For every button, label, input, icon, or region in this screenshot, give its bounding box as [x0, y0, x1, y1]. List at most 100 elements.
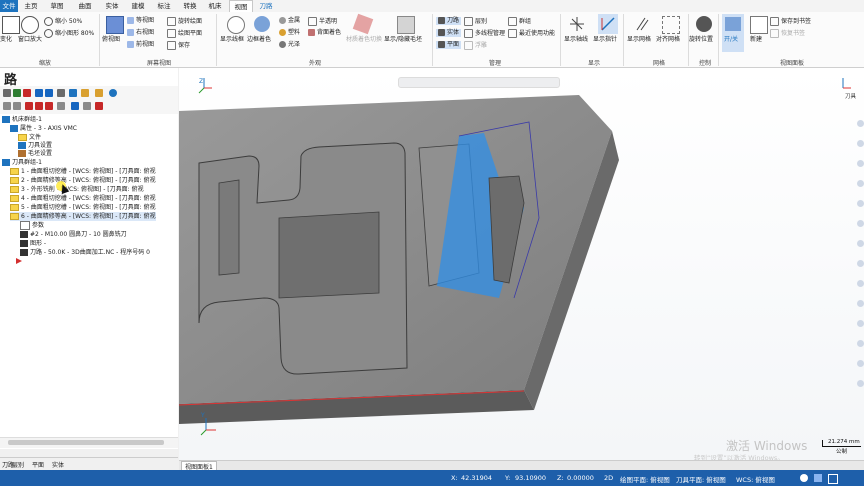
stock-toggle-icon[interactable]: [397, 16, 415, 34]
iso-view-button[interactable]: 等视图: [127, 17, 154, 25]
window-zoom-icon[interactable]: [21, 16, 39, 34]
select-icon[interactable]: [13, 89, 21, 97]
tree-node-tool[interactable]: #2 - M10.00 圆鼻刀 - 10 圆鼻铣刀: [20, 230, 127, 239]
new-viewsheet-label[interactable]: 新建: [750, 36, 762, 44]
select-all-icon[interactable]: [3, 89, 11, 97]
relief-button[interactable]: 浮雕: [464, 41, 487, 50]
tree-node-machine-group[interactable]: 机床群组-1: [2, 115, 42, 124]
quick-icon[interactable]: [857, 140, 864, 147]
show-indicator-label[interactable]: 显示指针: [593, 36, 617, 44]
save-bookmark-button[interactable]: 保存到书签: [770, 17, 811, 26]
window-zoom-label[interactable]: 窗口放大: [18, 36, 42, 44]
toolpath-manager-button[interactable]: 刀路: [436, 17, 462, 25]
post-icon[interactable]: [69, 89, 77, 97]
menu-tab-sketch[interactable]: 草图: [48, 0, 66, 12]
lock-icon[interactable]: [95, 89, 103, 97]
quick-icon[interactable]: [857, 280, 864, 287]
menu-tab-toolpath[interactable]: 刀路: [255, 0, 277, 12]
menu-tab-solid[interactable]: 实体: [103, 0, 121, 12]
restore-bookmark-button[interactable]: 恢复书签: [770, 29, 805, 38]
glossy-button[interactable]: 光泽: [279, 41, 300, 49]
toggle-display-icon[interactable]: [71, 102, 79, 110]
snap-grid-label[interactable]: 对齐网格: [656, 36, 680, 44]
draw-plane-button[interactable]: 绘图平面: [167, 29, 202, 38]
menu-tab-home[interactable]: 主页: [22, 0, 40, 12]
quick-icon[interactable]: [857, 340, 864, 347]
stock-toggle-label[interactable]: 显示/隐藏毛坯: [384, 36, 422, 44]
quick-icon[interactable]: [857, 220, 864, 227]
tree-node-stock-settings[interactable]: 毛坯设置: [18, 149, 52, 158]
quick-icon[interactable]: [857, 380, 864, 387]
layer-manager-button[interactable]: 层别: [464, 17, 487, 26]
verify-icon[interactable]: [35, 89, 43, 97]
quick-icon[interactable]: [857, 320, 864, 327]
fit-icon[interactable]: [2, 16, 20, 34]
tree-node-op-2[interactable]: 2 - 曲面精修等高 - [WCS: 俯视图] - [刀具面: 俯视: [10, 176, 156, 185]
arrow-down-icon[interactable]: [25, 102, 33, 110]
back-color-button[interactable]: 背面着色: [308, 29, 341, 37]
tab-layers[interactable]: 层别: [12, 460, 24, 469]
tab-solids[interactable]: 实体: [52, 460, 64, 469]
status-wcs[interactable]: WCS: 俯视图: [736, 474, 775, 484]
tree-node-op-6[interactable]: 6 - 曲面精修等高 - [WCS: 俯视图] - [刀具面: 俯视: [10, 212, 156, 221]
quick-icon[interactable]: [857, 240, 864, 247]
edge-shading-label[interactable]: 边框着色: [247, 36, 271, 44]
floating-view-toolbar[interactable]: [398, 77, 560, 88]
menu-tab-surface[interactable]: 曲面: [76, 0, 94, 12]
tree-node-op-5[interactable]: 5 - 曲面粗切挖槽 - [WCS: 俯视图] - [刀具面: 俯视: [10, 203, 156, 212]
new-viewsheet-icon[interactable]: [750, 16, 768, 34]
menu-tab-machine[interactable]: 机床: [206, 0, 224, 12]
save-view-button[interactable]: 保存: [167, 41, 190, 50]
tree-node-op-1[interactable]: 1 - 曲面粗切挖槽 - [WCS: 俯视图] - [刀具面: 俯视: [10, 167, 156, 176]
insert-arrow-icon[interactable]: [45, 102, 53, 110]
move-icon[interactable]: [57, 102, 65, 110]
quick-icon[interactable]: [857, 160, 864, 167]
grid-icon[interactable]: [633, 16, 649, 32]
quick-icon[interactable]: [857, 360, 864, 367]
tree-node-tool-group[interactable]: 刀具群组-1: [2, 158, 42, 167]
quick-icon[interactable]: [857, 300, 864, 307]
status-draw-plane[interactable]: 绘图平面: 俯视图: [620, 474, 670, 484]
tree-node-op-4[interactable]: 4 - 曲面粗切挖槽 - [WCS: 俯视图] - [刀具面: 俯视: [10, 194, 156, 203]
indicator-icon[interactable]: [598, 14, 618, 34]
right-view-button[interactable]: 右视图: [127, 29, 154, 37]
quick-icon[interactable]: [857, 180, 864, 187]
rotate-plane-button[interactable]: 旋转绘面: [167, 17, 202, 26]
quick-icon[interactable]: [857, 260, 864, 267]
group-manager-button[interactable]: 群组: [508, 17, 531, 26]
menu-tab-transform[interactable]: 转换: [181, 0, 199, 12]
material-toggle-label[interactable]: 材质着色切换: [346, 36, 382, 44]
menu-tab-file[interactable]: 文件: [0, 0, 18, 12]
front-view-button[interactable]: 前视图: [127, 41, 154, 49]
collapse-icon[interactable]: [13, 102, 21, 110]
graphics-viewport[interactable]: Z Y 刀具: [179, 68, 864, 460]
filter-icon[interactable]: [83, 102, 91, 110]
dimension-mode-toggle[interactable]: 2D: [604, 474, 613, 482]
wireframe-icon[interactable]: [227, 16, 245, 34]
scrollbar-thumb[interactable]: [8, 440, 164, 445]
translucent-button[interactable]: 半透明: [308, 17, 337, 26]
wireframe-label[interactable]: 显示线框: [220, 36, 244, 44]
plastic-button[interactable]: 塑料: [279, 29, 300, 37]
status-tool-plane[interactable]: 刀具平面: 俯视图: [676, 474, 726, 484]
spin-position-icon[interactable]: [696, 16, 712, 32]
solid-manager-button[interactable]: 实体: [436, 29, 462, 37]
quick-icon[interactable]: [857, 120, 864, 127]
top-view-icon[interactable]: [106, 16, 124, 34]
help-icon[interactable]: [109, 89, 117, 97]
edge-shading-icon[interactable]: [254, 16, 270, 32]
spin-position-label[interactable]: 旋转位置: [689, 36, 713, 44]
viewsheet-toggle-button[interactable]: 开/关: [722, 14, 744, 52]
tree-node-properties[interactable]: 属性 - 3 - AXIS VMC: [10, 124, 77, 133]
insert-arrow-marker-icon[interactable]: [16, 258, 22, 264]
simulate-icon[interactable]: [57, 89, 65, 97]
wire-icon[interactable]: [828, 474, 838, 484]
delete-icon[interactable]: [95, 102, 103, 110]
highfeed-icon[interactable]: [81, 89, 89, 97]
show-grid-label[interactable]: 显示网格: [627, 36, 651, 44]
tree-node-geometry[interactable]: 图形 -: [20, 239, 46, 248]
shrink-50-button[interactable]: 缩小 50%: [44, 17, 82, 26]
shading-icon[interactable]: [814, 474, 822, 482]
expand-icon[interactable]: [3, 102, 11, 110]
display-icon[interactable]: [800, 474, 808, 482]
